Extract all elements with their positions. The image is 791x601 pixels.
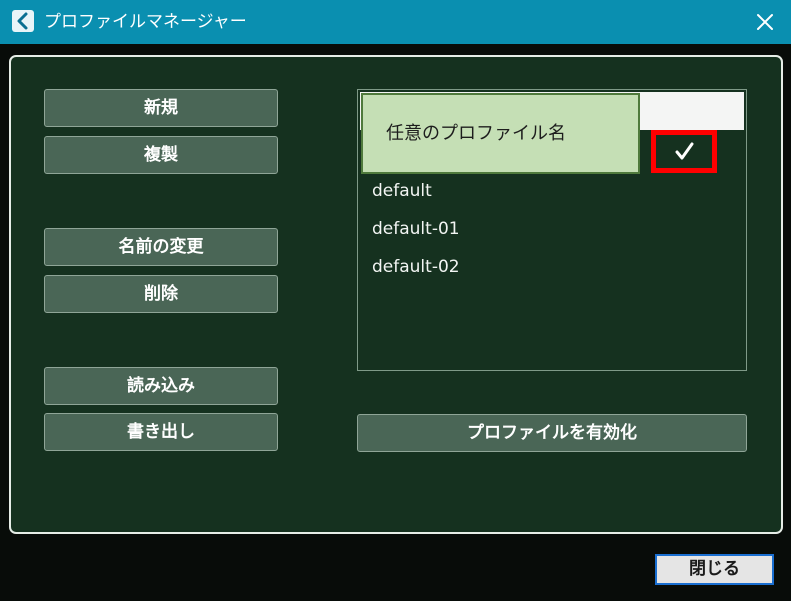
import-profile-button[interactable]: 読み込み (44, 367, 278, 405)
export-profile-button[interactable]: 書き出し (44, 413, 278, 451)
list-item[interactable]: default-02 (372, 252, 460, 282)
activate-profile-button[interactable]: プロファイルを有効化 (357, 414, 747, 452)
profile-name-callout: 任意のプロファイル名 (361, 93, 640, 174)
close-icon[interactable] (751, 8, 779, 36)
window-title: プロファイルマネージャー (44, 12, 247, 32)
title-bar: プロファイルマネージャー (0, 0, 791, 44)
profile-manager-window: プロファイルマネージャー 新規 複製 名前の変更 削除 読み込み 書き出し de… (0, 0, 791, 601)
close-button[interactable]: 閉じる (655, 554, 774, 585)
duplicate-profile-button[interactable]: 複製 (44, 136, 278, 174)
app-logo-icon (12, 10, 34, 32)
new-profile-button[interactable]: 新規 (44, 89, 278, 127)
checkmark-icon (670, 139, 700, 165)
list-item[interactable]: default-01 (372, 214, 460, 244)
delete-profile-button[interactable]: 削除 (44, 275, 278, 313)
list-item[interactable]: default (372, 176, 432, 206)
rename-profile-button[interactable]: 名前の変更 (44, 228, 278, 266)
